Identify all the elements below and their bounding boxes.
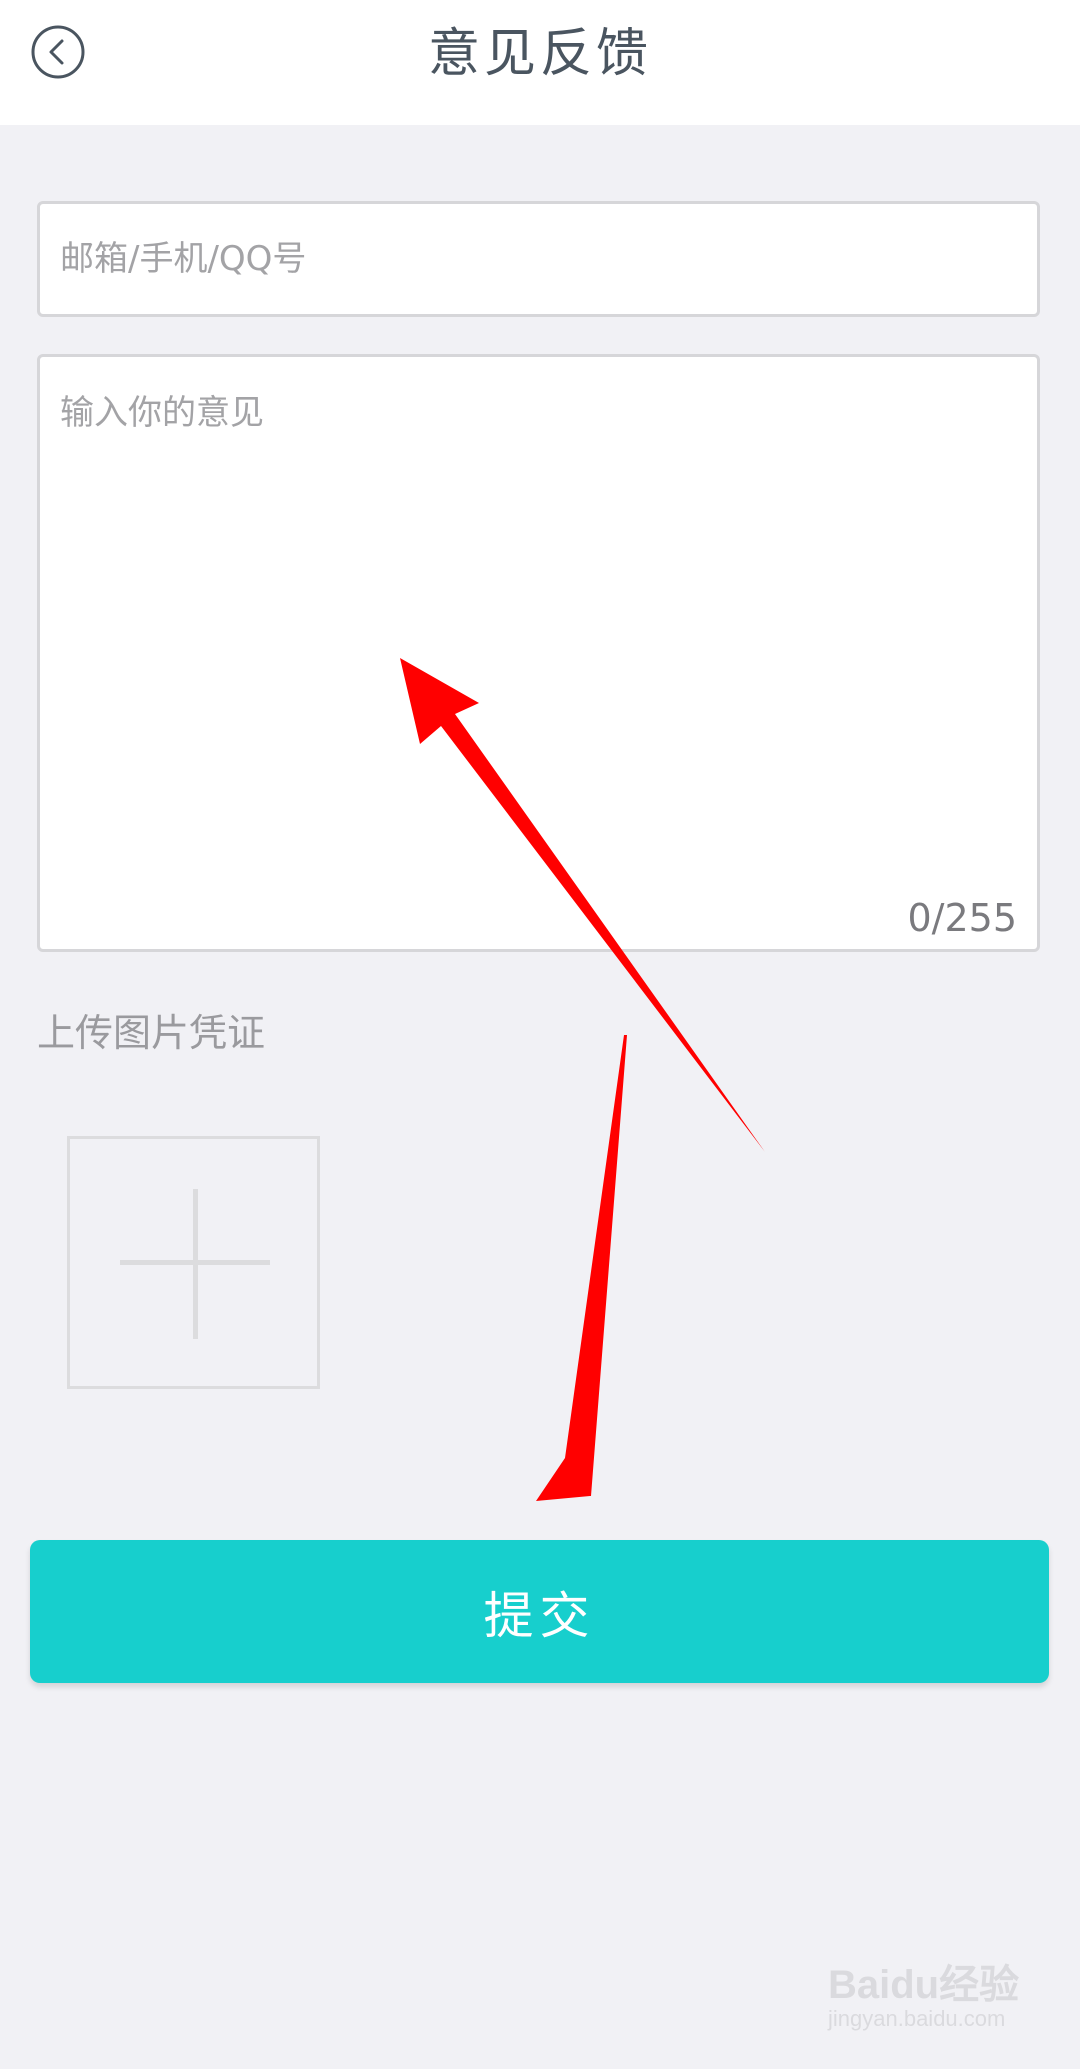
arrow-down [536,1035,627,1501]
add-image-button[interactable] [67,1136,320,1389]
char-counter: 0/255 [907,896,1017,940]
contact-input[interactable] [37,201,1040,317]
watermark-brand: Baidu经验 [828,1963,1020,2007]
baidu-watermark: Baidu经验 jingyan.baidu.com [828,1952,1028,2042]
feedback-textarea[interactable] [40,357,1037,949]
page-title: 意见反馈 [427,24,652,84]
feedback-box: 0/255 [37,354,1040,952]
submit-button[interactable]: 提交 [30,1540,1049,1683]
upload-label: 上传图片凭证 [37,1011,266,1055]
top-bar: 意见反馈 [0,0,1080,125]
watermark-url: jingyan.baidu.com [828,2006,1006,2031]
